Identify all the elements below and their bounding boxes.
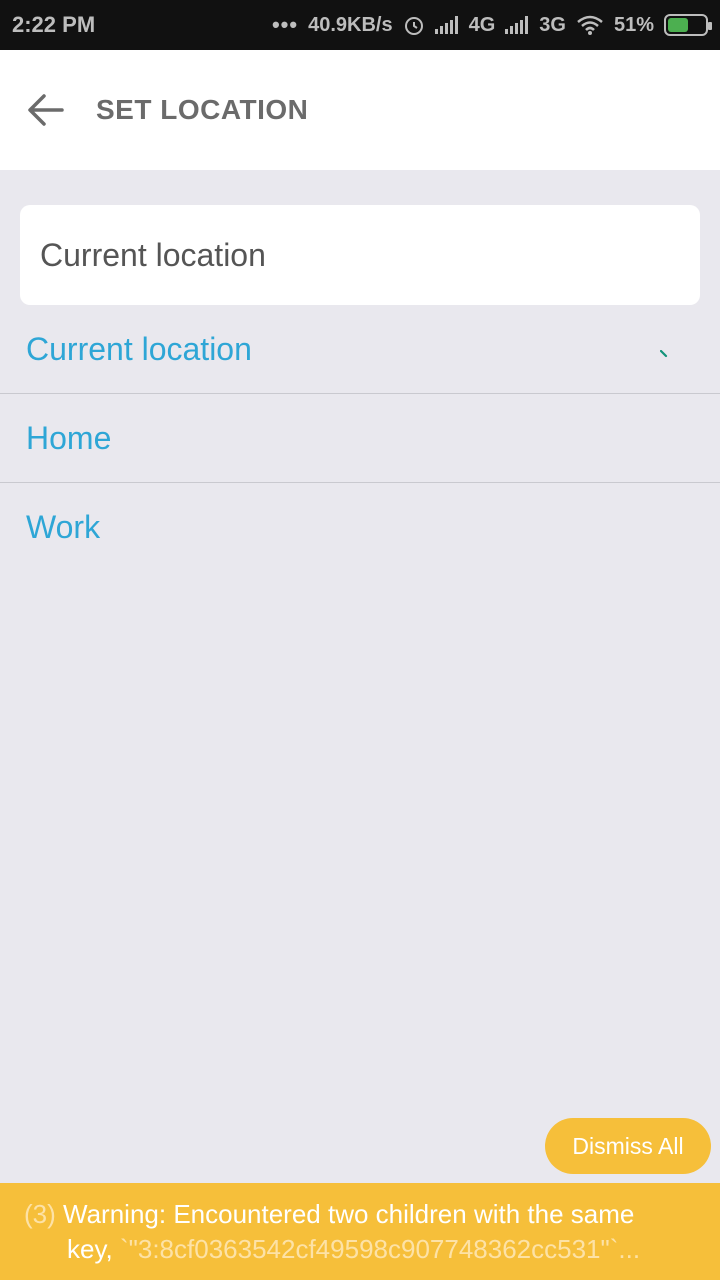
alarm-icon xyxy=(404,17,423,35)
network-type-1: 4G xyxy=(468,13,496,36)
location-list: Current location Home Work xyxy=(0,305,720,572)
location-item-current[interactable]: Current location xyxy=(0,305,720,394)
status-bar: 2:22 PM ••• 40.9KB/s 4G 3G 51% xyxy=(0,0,720,50)
wifi-icon xyxy=(577,15,603,35)
page-title: SET LOCATION xyxy=(96,94,309,125)
back-button[interactable] xyxy=(24,88,68,132)
loading-spinner-icon xyxy=(660,350,668,358)
battery-percent: 51% xyxy=(613,13,654,36)
dismiss-all-button[interactable]: Dismiss All xyxy=(545,1118,711,1174)
battery-icon xyxy=(664,14,712,36)
warning-message: Warning: Encountered two children with t… xyxy=(63,1199,635,1229)
location-item-label: Work xyxy=(26,509,101,545)
app-bar: SET LOCATION xyxy=(0,50,720,170)
signal-icon xyxy=(434,16,459,34)
warning-count: (3) xyxy=(24,1199,56,1229)
status-time: 2:22 PM xyxy=(12,12,96,37)
location-search-box[interactable] xyxy=(20,205,700,305)
warning-line-2: key, `"3:8cf0363542cf49598c907748362cc53… xyxy=(24,1232,700,1267)
location-item-label: Current location xyxy=(26,330,252,367)
warning-line-1: (3) Warning: Encountered two children wi… xyxy=(24,1197,700,1232)
network-speed: 40.9KB/s xyxy=(308,13,393,36)
location-item-home[interactable]: Home xyxy=(0,394,720,483)
network-type-2: 3G xyxy=(539,13,566,36)
location-item-work[interactable]: Work xyxy=(0,483,720,572)
more-notifications-icon: ••• xyxy=(271,12,299,37)
status-icons: ••• 40.9KB/s 4G 3G 51% xyxy=(271,12,712,37)
warning-banner[interactable]: (3) Warning: Encountered two children wi… xyxy=(0,1183,720,1280)
warning-key-value: `"3:8cf0363542cf49598c907748362cc531"`..… xyxy=(119,1234,641,1264)
signal-icon-2 xyxy=(505,16,529,34)
location-item-label: Home xyxy=(26,419,112,456)
location-search-input[interactable] xyxy=(40,236,700,274)
warning-key-prefix: key, xyxy=(67,1234,120,1264)
arrow-left-icon xyxy=(28,94,64,126)
